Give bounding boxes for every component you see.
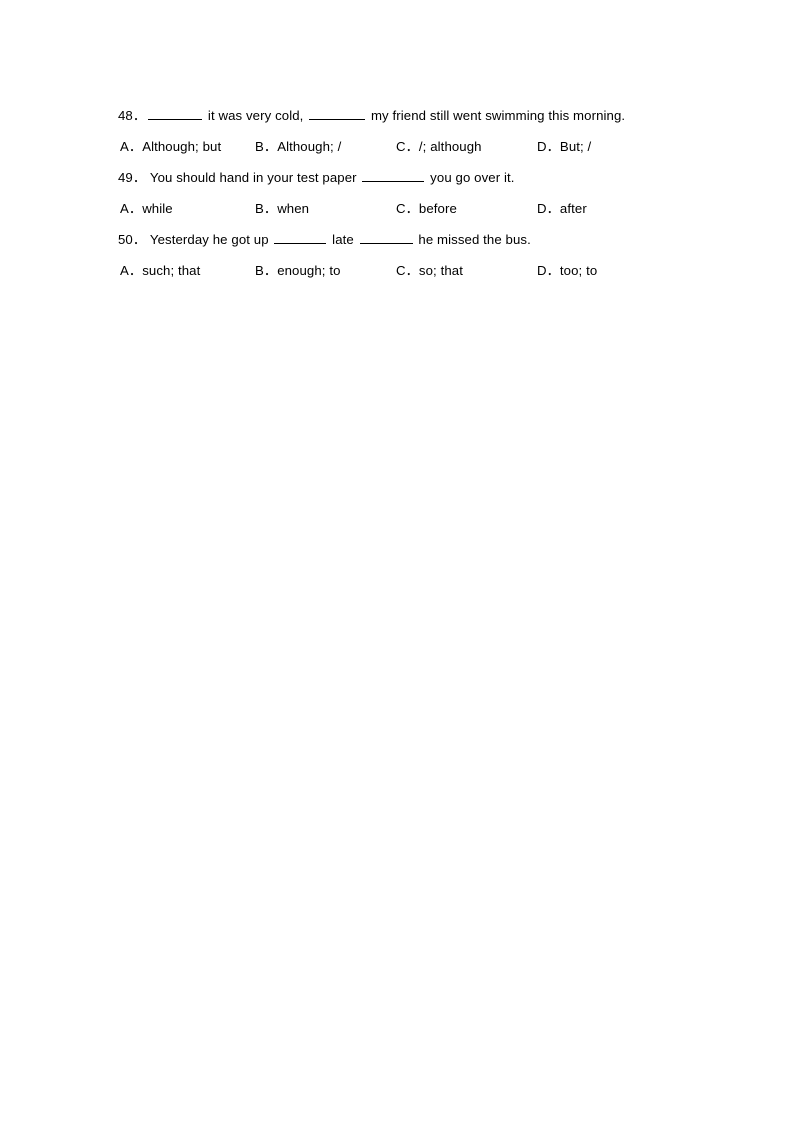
- question-stem-50: 50． Yesterday he got up late he missed t…: [118, 224, 678, 255]
- question-block-50: 50． Yesterday he got up late he missed t…: [118, 224, 678, 286]
- stem-text-fragment: Yesterday he got up: [149, 232, 273, 247]
- option-49-c[interactable]: C．before: [396, 193, 457, 224]
- answer-blank: [309, 107, 366, 120]
- option-48-b[interactable]: B．Although; /: [255, 131, 341, 162]
- stem-text-fragment: You should hand in your test paper: [149, 170, 361, 185]
- option-50-a[interactable]: A．such; that: [120, 255, 200, 286]
- option-text: after: [559, 201, 587, 216]
- option-text: so; that: [418, 263, 463, 278]
- option-text: Although; /: [277, 139, 342, 154]
- option-49-b[interactable]: B．when: [255, 193, 309, 224]
- stem-text-fragment: it was very cold,: [204, 108, 308, 123]
- option-50-d[interactable]: D．too; to: [537, 255, 597, 286]
- stem-text-fragment: late: [328, 232, 358, 247]
- answer-blank: [148, 107, 203, 120]
- option-letter: C．: [396, 201, 419, 216]
- option-text: But; /: [559, 139, 592, 154]
- option-48-c[interactable]: C．/; although: [396, 131, 482, 162]
- option-letter: A．: [120, 263, 143, 278]
- option-text: such; that: [142, 263, 201, 278]
- option-text: when: [277, 201, 310, 216]
- question-stem-48: 48． it was very cold, my friend still we…: [118, 100, 678, 131]
- option-50-b[interactable]: B．enough; to: [255, 255, 341, 286]
- worksheet-page: 48． it was very cold, my friend still we…: [0, 0, 794, 1123]
- option-letter: B．: [255, 201, 278, 216]
- option-letter: B．: [255, 263, 278, 278]
- option-letter: B．: [255, 139, 278, 154]
- option-letter: C．: [396, 139, 419, 154]
- option-text: before: [418, 201, 457, 216]
- option-text: /; although: [418, 139, 482, 154]
- option-text: too; to: [559, 263, 598, 278]
- question-block-48: 48． it was very cold, my friend still we…: [118, 100, 678, 162]
- answer-blank: [362, 169, 425, 182]
- stem-text-fragment: you go over it.: [426, 170, 515, 185]
- option-text: Although; but: [142, 139, 222, 154]
- option-row-50: A．such; that B．enough; to C．so; that D．t…: [118, 255, 678, 286]
- option-text: enough; to: [277, 263, 341, 278]
- option-49-a[interactable]: A．while: [120, 193, 173, 224]
- option-49-d[interactable]: D．after: [537, 193, 587, 224]
- option-letter: A．: [120, 201, 143, 216]
- question-list: 48． it was very cold, my friend still we…: [118, 100, 678, 286]
- question-stem-49: 49． You should hand in your test paper y…: [118, 162, 678, 193]
- answer-blank: [359, 231, 413, 244]
- option-letter: A．: [120, 139, 143, 154]
- question-block-49: 49． You should hand in your test paper y…: [118, 162, 678, 224]
- option-48-a[interactable]: A．Although; but: [120, 131, 221, 162]
- option-50-c[interactable]: C．so; that: [396, 255, 463, 286]
- option-48-d[interactable]: D．But; /: [537, 131, 591, 162]
- question-number-48: 48．: [118, 108, 147, 123]
- question-number-50: 50．: [118, 232, 147, 247]
- option-letter: D．: [537, 263, 560, 278]
- option-letter: D．: [537, 139, 560, 154]
- question-number-49: 49．: [118, 170, 147, 185]
- option-row-48: A．Although; but B．Although; / C．/; altho…: [118, 131, 678, 162]
- option-text: while: [142, 201, 173, 216]
- stem-text-fragment: he missed the bus.: [414, 232, 531, 247]
- option-letter: C．: [396, 263, 419, 278]
- stem-text-fragment: my friend still went swimming this morni…: [367, 108, 626, 123]
- answer-blank: [274, 231, 327, 244]
- option-letter: D．: [537, 201, 560, 216]
- option-row-49: A．while B．when C．before D．after: [118, 193, 678, 224]
